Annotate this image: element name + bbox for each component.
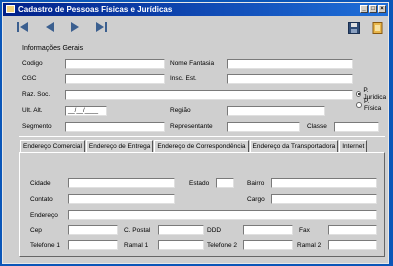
insc-est-field[interactable] <box>227 74 353 84</box>
radio-fisica-label: P. Física <box>363 98 382 112</box>
exit-icon[interactable] <box>372 21 384 34</box>
telefone1-label: Telefone 1 <box>30 242 60 249</box>
telefone2-field[interactable] <box>243 240 293 250</box>
ddd-field[interactable] <box>243 225 293 235</box>
cep-label: Cep <box>30 227 42 234</box>
representante-field[interactable] <box>227 122 300 132</box>
raz-soc-label: Raz. Soc. <box>22 91 51 98</box>
segmento-field[interactable] <box>65 122 165 132</box>
bairro-label: Bairro <box>247 180 265 187</box>
prev-record-icon[interactable] <box>43 21 57 33</box>
classe-label: Classe <box>307 123 327 130</box>
classe-field[interactable] <box>334 122 379 132</box>
radio-fisica-dot[interactable] <box>356 102 362 108</box>
general-info-title: Informações Gerais <box>22 45 84 52</box>
next-record-icon[interactable] <box>68 21 82 33</box>
ult-alt-field[interactable]: __/__/____ <box>65 106 107 116</box>
regiao-label: Região <box>170 107 191 114</box>
main-window: Cadastro de Pessoas Físicas e Jurídicas … <box>2 2 389 264</box>
telefone1-field[interactable] <box>68 240 118 250</box>
codigo-field[interactable] <box>65 59 165 69</box>
first-record-icon[interactable] <box>16 21 30 33</box>
cargo-field[interactable] <box>271 194 377 204</box>
estado-field[interactable] <box>216 178 234 188</box>
tab-endereco-comercial[interactable]: Endereço Comercial <box>20 140 85 152</box>
tab-internet[interactable]: Internet <box>339 140 368 152</box>
cgc-label: CGC <box>22 75 37 82</box>
toolbar <box>3 17 388 39</box>
minimize-icon[interactable]: _ <box>360 5 368 13</box>
save-icon[interactable] <box>348 21 360 34</box>
estado-label: Estado <box>189 180 210 187</box>
c-postal-label: C. Postal <box>124 227 151 234</box>
app-icon <box>6 5 15 13</box>
bairro-field[interactable] <box>271 178 377 188</box>
endereco-field[interactable] <box>68 210 377 220</box>
maximize-icon[interactable]: □ <box>369 5 377 13</box>
fax-field[interactable] <box>328 225 377 235</box>
ddd-label: DDD <box>207 227 222 234</box>
telefone2-label: Telefone 2 <box>207 242 237 249</box>
segmento-label: Segmento <box>22 123 52 130</box>
contato-field[interactable] <box>68 194 175 204</box>
ramal1-label: Ramal 1 <box>124 242 149 249</box>
radio-fisica[interactable]: P. Física <box>356 98 388 112</box>
c-postal-field[interactable] <box>158 225 204 235</box>
ramal1-field[interactable] <box>158 240 204 250</box>
tab-endereco-entrega[interactable]: Endereço de Entrega <box>85 140 154 152</box>
cgc-field[interactable] <box>65 74 165 84</box>
ramal2-label: Ramal 2 <box>297 242 322 249</box>
cidade-label: Cidade <box>30 180 51 187</box>
address-tabs: Endereço Comercial Endereço de Entrega E… <box>20 140 368 152</box>
regiao-field[interactable] <box>227 106 325 116</box>
raz-soc-field[interactable] <box>65 90 353 100</box>
contato-label: Contato <box>30 196 53 203</box>
radio-juridica-dot[interactable] <box>356 91 362 97</box>
nome-fantasia-label: Nome Fantasia <box>170 60 215 67</box>
insc-est-label: Insc. Est. <box>170 75 197 82</box>
cargo-label: Cargo <box>247 196 265 203</box>
window-controls: _ □ × <box>360 5 386 13</box>
representante-label: Representante <box>170 123 213 130</box>
tab-endereco-correspondencia[interactable]: Endereço de Correspondência <box>154 140 249 152</box>
endereco-label: Endereço <box>30 212 58 219</box>
ramal2-field[interactable] <box>328 240 377 250</box>
ult-alt-label: Ult. Alt. <box>22 107 43 114</box>
close-icon[interactable]: × <box>378 5 386 13</box>
cep-field[interactable] <box>68 225 118 235</box>
last-record-icon[interactable] <box>94 21 108 33</box>
nome-fantasia-field[interactable] <box>227 59 353 69</box>
fax-label: Fax <box>299 227 310 234</box>
window-title: Cadastro de Pessoas Físicas e Jurídicas <box>18 5 173 14</box>
section-divider <box>19 136 385 137</box>
codigo-label: Codigo <box>22 60 43 67</box>
tab-endereco-transportadora[interactable]: Endereço da Transportadora <box>249 140 339 152</box>
title-bar: Cadastro de Pessoas Físicas e Jurídicas … <box>3 3 388 16</box>
cidade-field[interactable] <box>68 178 175 188</box>
